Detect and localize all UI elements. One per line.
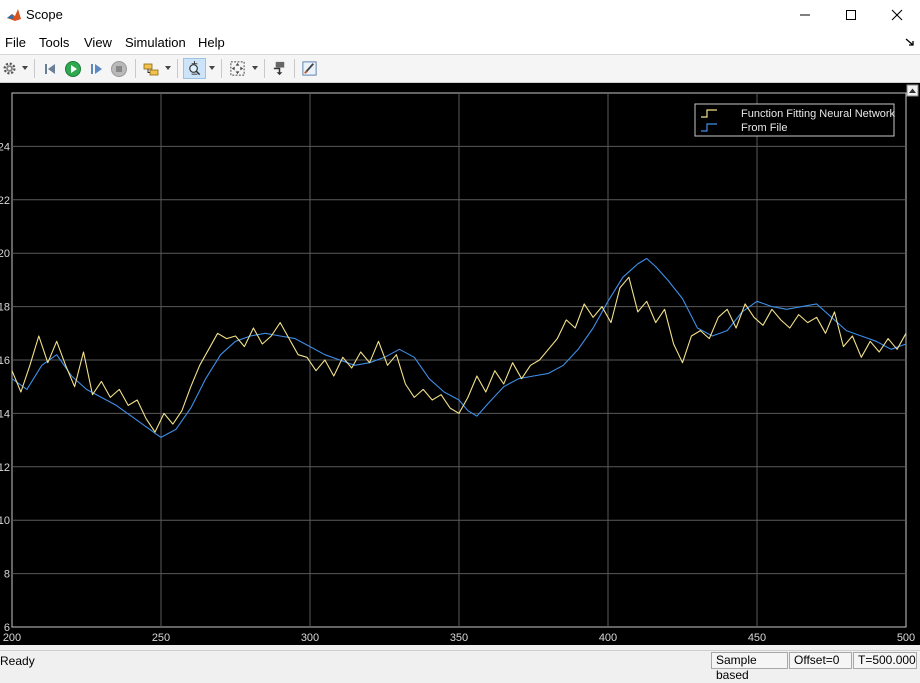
collapse-toolstrip-icon[interactable]: [904, 36, 916, 48]
zoom-icon: [189, 60, 201, 76]
settings-button[interactable]: [1, 58, 17, 79]
matlab-logo-icon: [6, 7, 22, 23]
fit-to-view-button[interactable]: [227, 58, 247, 79]
run-icon: [65, 60, 81, 77]
offset-field: Offset=0: [789, 652, 852, 669]
x-tick-label: 350: [450, 632, 468, 644]
signal-selector-button[interactable]: [141, 58, 161, 79]
minimize-icon: [800, 14, 810, 16]
menu-file[interactable]: File: [5, 35, 26, 50]
step-back-icon: [45, 63, 55, 74]
zoom-button[interactable]: [183, 58, 206, 79]
y-tick-label: 10: [0, 515, 10, 527]
stop-button[interactable]: [109, 58, 129, 79]
menu-view[interactable]: View: [84, 35, 112, 50]
run-button[interactable]: [63, 58, 83, 79]
title-bar: Scope: [0, 0, 920, 30]
y-tick-label: 6: [4, 622, 10, 634]
sample-mode-field: Sample based: [711, 652, 788, 682]
style-icon: [301, 61, 317, 76]
y-tick-label: 20: [0, 248, 10, 260]
toolbar-separator: [264, 59, 265, 78]
fit-to-view-icon: [229, 61, 245, 76]
toolbar-separator: [221, 59, 222, 78]
close-icon: [891, 9, 903, 21]
signal-selector-icon: [143, 63, 159, 75]
menu-simulation[interactable]: Simulation: [125, 35, 186, 50]
x-tick-label: 500: [897, 632, 915, 644]
y-tick-label: 12: [0, 462, 10, 474]
toolbar-separator: [177, 59, 178, 78]
stop-icon: [111, 60, 127, 77]
x-tick-label: 400: [599, 632, 617, 644]
y-tick-label: 8: [4, 569, 10, 581]
undock-axes-button[interactable]: [906, 84, 919, 97]
maximize-button[interactable]: [828, 0, 874, 30]
y-tick-label: 24: [0, 141, 10, 153]
settings-dropdown-icon[interactable]: [22, 66, 28, 70]
status-bar: Ready Sample based Offset=0 T=500.000: [0, 650, 920, 682]
fit-to-view-dropdown-icon[interactable]: [252, 66, 258, 70]
status-text: Ready: [0, 654, 35, 668]
y-tick-label: 14: [0, 408, 10, 420]
step-forward-icon: [91, 63, 102, 74]
step-forward-button[interactable]: [87, 58, 105, 79]
signal-selector-dropdown-icon[interactable]: [165, 66, 171, 70]
legend-entry-label: From File: [741, 122, 787, 134]
scope-display[interactable]: 200 250 300 350 400 450 500 6 8 10 12 14 16 18 20 22 24 …: [0, 83, 920, 645]
toolbar: [0, 55, 920, 83]
toolbar-separator: [135, 59, 136, 78]
window-title: Scope: [26, 7, 63, 22]
plot-legend[interactable]: Function Fitting Neural Network From File: [694, 103, 896, 137]
legend-entry-label: Function Fitting Neural Network: [741, 108, 896, 120]
settings-icon: [3, 62, 15, 75]
style-button[interactable]: [299, 58, 319, 79]
y-tick-label: 22: [0, 195, 10, 207]
menu-help[interactable]: Help: [198, 35, 225, 50]
y-tick-label: 18: [0, 302, 10, 314]
step-back-button[interactable]: [41, 58, 59, 79]
zoom-dropdown-icon[interactable]: [209, 66, 215, 70]
toolbar-separator: [34, 59, 35, 78]
y-tick-label: 16: [0, 355, 10, 367]
close-button[interactable]: [874, 0, 920, 30]
scope-plot[interactable]: 200 250 300 350 400 450 500681012141618202224 …: [0, 83, 920, 645]
maximize-icon: [846, 10, 856, 20]
minimize-button[interactable]: [782, 0, 828, 30]
x-tick-label: 250: [152, 632, 170, 644]
menu-tools[interactable]: Tools: [39, 35, 69, 50]
highlight-block-button[interactable]: [269, 58, 289, 79]
menu-bar: File Tools View Simulation Help: [0, 30, 920, 55]
x-tick-label: 450: [748, 632, 766, 644]
highlight-block-icon: [273, 61, 284, 76]
toolbar-separator: [294, 59, 295, 78]
sim-time-field: T=500.000: [853, 652, 917, 669]
x-tick-label: 300: [301, 632, 319, 644]
